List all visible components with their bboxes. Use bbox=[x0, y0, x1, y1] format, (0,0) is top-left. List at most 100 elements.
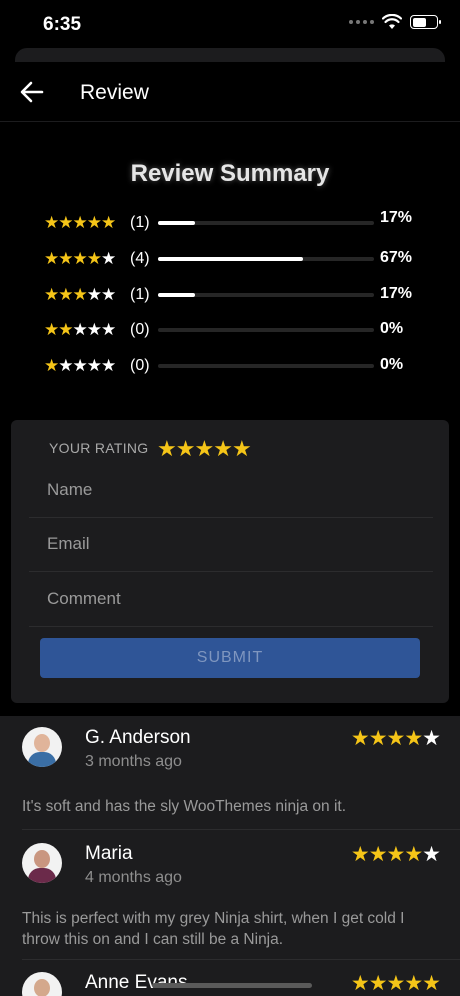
rating-percent: 67% bbox=[380, 249, 413, 266]
star-filled-icon: ★ bbox=[58, 285, 73, 304]
star-filled-icon[interactable]: ★ bbox=[176, 436, 196, 461]
divider bbox=[22, 959, 460, 960]
star-filled-icon: ★ bbox=[44, 285, 59, 304]
rating-count: (1) bbox=[130, 286, 150, 303]
star-filled-icon: ★ bbox=[404, 843, 423, 866]
star-filled-icon: ★ bbox=[72, 285, 88, 304]
rating-row-5: ★★★★★ (1) 17% bbox=[44, 209, 424, 235]
star-filled-icon: ★ bbox=[350, 843, 370, 866]
reviewer-name: G. Anderson bbox=[85, 727, 191, 748]
rating-count: (0) bbox=[130, 321, 150, 338]
rating-bar-fill bbox=[158, 221, 195, 225]
star-filled-icon[interactable]: ★ bbox=[232, 436, 252, 461]
review-stars: ★★★★★ bbox=[350, 726, 441, 751]
star-empty-icon: ★ bbox=[86, 356, 102, 375]
star-rating: ★★★★★ bbox=[44, 320, 116, 340]
comment-input[interactable] bbox=[47, 589, 417, 609]
rating-row-1: ★★★★★ (0) 0% bbox=[44, 354, 424, 378]
star-empty-icon: ★ bbox=[86, 285, 102, 304]
reviews-list: G. Anderson 3 months ago ★★★★★ It's soft… bbox=[0, 716, 460, 996]
review-stars: ★★★★★ bbox=[350, 971, 441, 996]
rating-bar bbox=[158, 364, 374, 368]
comment-field bbox=[29, 573, 433, 627]
star-filled-icon: ★ bbox=[386, 843, 406, 866]
star-filled-icon: ★ bbox=[350, 727, 370, 750]
star-filled-icon: ★ bbox=[368, 843, 388, 866]
avatar bbox=[22, 972, 62, 996]
review-text: This is perfect with my grey Ninja shirt… bbox=[22, 910, 405, 948]
rating-bar-fill bbox=[158, 293, 195, 297]
page-title: Review bbox=[80, 81, 149, 104]
status-icons bbox=[349, 14, 441, 30]
star-filled-icon: ★ bbox=[386, 972, 406, 995]
review-summary-title: Review Summary bbox=[130, 160, 330, 187]
star-rating: ★★★★★ bbox=[44, 285, 116, 305]
rating-row-2: ★★★★★ (0) 0% bbox=[44, 318, 424, 342]
star-filled-icon: ★ bbox=[72, 249, 88, 268]
star-empty-icon: ★ bbox=[422, 727, 441, 750]
reviewer-name: Maria bbox=[85, 843, 133, 864]
review-text: It's soft and has the sly WooThemes ninj… bbox=[22, 798, 347, 815]
star-empty-icon: ★ bbox=[72, 356, 88, 375]
avatar bbox=[22, 727, 62, 767]
your-rating-stars[interactable]: ★★★★★ bbox=[157, 436, 252, 462]
star-filled-icon: ★ bbox=[44, 320, 59, 339]
rating-count: (0) bbox=[130, 357, 150, 374]
rating-bar-fill bbox=[158, 257, 303, 261]
star-filled-icon: ★ bbox=[86, 213, 102, 232]
star-rating: ★★★★★ bbox=[44, 249, 116, 269]
avatar bbox=[22, 843, 62, 883]
rating-count: (4) bbox=[130, 250, 150, 267]
rating-count: (1) bbox=[130, 214, 150, 231]
star-filled-icon: ★ bbox=[350, 972, 370, 995]
star-filled-icon[interactable]: ★ bbox=[213, 436, 233, 461]
battery-icon bbox=[410, 15, 441, 29]
star-filled-icon: ★ bbox=[44, 213, 59, 232]
star-empty-icon: ★ bbox=[101, 356, 116, 375]
review-form: YOUR RATING ★★★★★ SUBMIT bbox=[11, 420, 449, 703]
rating-percent: 17% bbox=[380, 285, 413, 302]
app-header: Review bbox=[0, 62, 460, 122]
status-time: 6:35 bbox=[43, 14, 82, 35]
rating-percent: 0% bbox=[380, 320, 404, 337]
rating-row-4: ★★★★★ (4) 67% bbox=[44, 247, 424, 271]
cellular-signal-icon bbox=[349, 20, 374, 24]
your-rating-label: YOUR RATING bbox=[49, 440, 149, 456]
star-filled-icon: ★ bbox=[386, 727, 406, 750]
rating-percent: 17% bbox=[380, 209, 413, 226]
star-empty-icon: ★ bbox=[72, 320, 88, 339]
star-rating: ★★★★★ bbox=[44, 213, 116, 233]
divider bbox=[22, 829, 460, 830]
rating-percent: 0% bbox=[380, 356, 404, 373]
star-filled-icon: ★ bbox=[101, 213, 116, 232]
star-empty-icon: ★ bbox=[101, 249, 116, 268]
star-filled-icon: ★ bbox=[72, 213, 88, 232]
rating-bar bbox=[158, 257, 374, 261]
email-field bbox=[29, 518, 433, 572]
star-filled-icon: ★ bbox=[404, 972, 423, 995]
rating-bar bbox=[158, 221, 374, 225]
star-empty-icon: ★ bbox=[422, 843, 441, 866]
status-bar: 6:35 bbox=[0, 0, 460, 48]
rating-bar bbox=[158, 328, 374, 332]
rating-row-3: ★★★★★ (1) 17% bbox=[44, 283, 424, 307]
email-input[interactable] bbox=[47, 534, 417, 554]
star-rating: ★★★★★ bbox=[44, 356, 116, 376]
star-filled-icon: ★ bbox=[368, 727, 388, 750]
star-empty-icon: ★ bbox=[58, 356, 73, 375]
star-empty-icon: ★ bbox=[86, 320, 102, 339]
star-empty-icon: ★ bbox=[101, 285, 116, 304]
star-filled-icon: ★ bbox=[44, 249, 59, 268]
submit-button[interactable]: SUBMIT bbox=[40, 638, 420, 678]
home-indicator bbox=[152, 983, 312, 988]
star-filled-icon: ★ bbox=[58, 213, 73, 232]
name-input[interactable] bbox=[47, 480, 417, 500]
review-date: 3 months ago bbox=[85, 753, 182, 770]
arrow-left-icon[interactable] bbox=[18, 78, 46, 106]
star-filled-icon[interactable]: ★ bbox=[157, 436, 177, 461]
star-filled-icon: ★ bbox=[58, 320, 73, 339]
name-field bbox=[29, 464, 433, 518]
star-filled-icon: ★ bbox=[86, 249, 102, 268]
review-stars: ★★★★★ bbox=[350, 842, 441, 867]
star-filled-icon[interactable]: ★ bbox=[194, 436, 214, 461]
